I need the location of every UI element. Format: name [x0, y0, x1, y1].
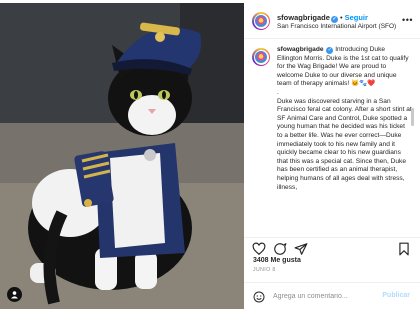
follow-button[interactable]: Seguir	[345, 13, 368, 22]
caption-emojis: 🐱🐾❤️	[351, 80, 376, 88]
like-count[interactable]: 3408 Me gusta	[253, 257, 301, 264]
caption-avatar[interactable]	[252, 48, 270, 66]
location-link[interactable]: San Francisco International Airport (SFO…	[277, 23, 396, 30]
user-tag-icon[interactable]	[7, 287, 22, 302]
post-author: sfowagbrigade ✓ • Seguir	[277, 13, 368, 23]
verified-badge-icon: ✓	[330, 16, 338, 23]
verified-badge-icon: ✓	[326, 47, 334, 54]
post-photo[interactable]	[0, 3, 244, 309]
post-actions	[244, 237, 420, 259]
post-date[interactable]: JUNIO 8	[253, 267, 276, 273]
more-options-icon[interactable]: •••	[402, 15, 413, 25]
post-header: sfowagbrigade ✓ • Seguir San Francisco Inte…	[244, 3, 420, 39]
comment-input[interactable]	[273, 290, 373, 303]
avatar[interactable]	[252, 12, 270, 30]
caption: sfowagbrigade ✓ Introducing Duke Ellingt…	[252, 46, 414, 236]
username-link[interactable]: sfowagbrigade	[277, 13, 330, 22]
publish-button[interactable]: Publicar	[382, 292, 410, 299]
bookmark-icon[interactable]	[397, 242, 411, 256]
separator-dot: •	[339, 13, 343, 22]
cat-in-pilot-uniform-image	[0, 3, 244, 309]
emoji-icon[interactable]	[253, 291, 265, 303]
caption-body: Duke was discovered starving in a San Fr…	[277, 97, 412, 191]
caption-dot: .	[277, 88, 279, 96]
caption-username[interactable]: sfowagbrigade	[277, 46, 324, 53]
share-icon[interactable]	[294, 242, 308, 256]
instagram-post-window: sfowagbrigade ✓ • Seguir San Francisco Inte…	[0, 0, 420, 314]
caption-text: sfowagbrigade ✓ Introducing Duke Ellingt…	[277, 46, 412, 192]
comment-icon[interactable]	[273, 242, 287, 256]
caption-scrollbar[interactable]	[411, 108, 414, 126]
heart-icon[interactable]	[252, 242, 266, 256]
post-side-panel: sfowagbrigade ✓ • Seguir San Francisco Inte…	[244, 3, 420, 309]
comment-bar: Publicar	[244, 282, 420, 309]
